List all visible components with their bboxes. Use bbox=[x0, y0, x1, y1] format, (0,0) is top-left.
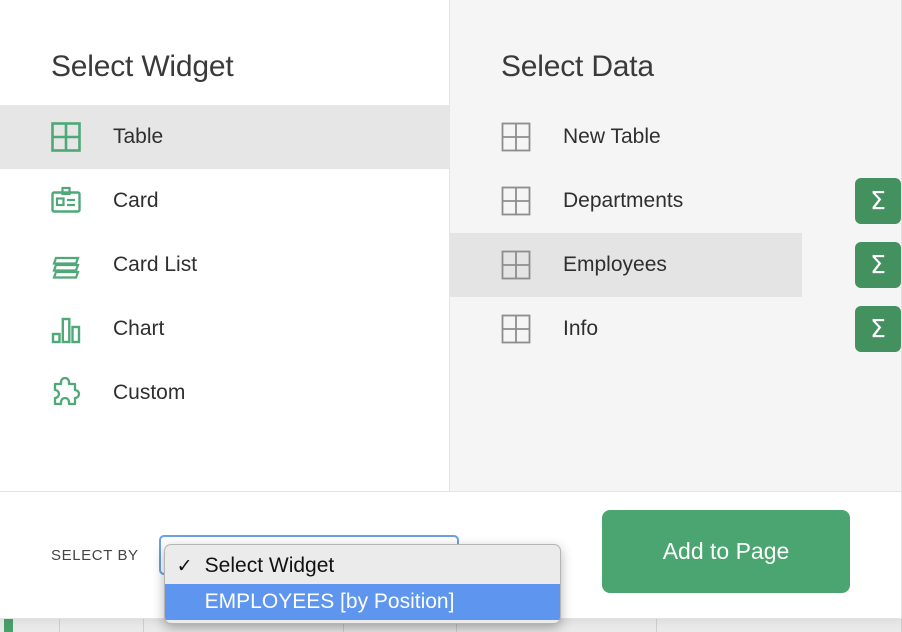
widget-picker-modal: Select Widget Table Card Card List Chart… bbox=[0, 0, 902, 624]
dropdown-option-label: Select Widget bbox=[204, 554, 335, 577]
data-row-wrapper: Info Σ bbox=[450, 297, 901, 361]
data-item-label: Employees bbox=[563, 253, 667, 276]
widget-item-chart[interactable]: Chart bbox=[0, 297, 449, 361]
panels-container: Select Widget Table Card Card List Chart… bbox=[0, 0, 901, 492]
table-grid-icon bbox=[500, 249, 532, 281]
table-grid-icon bbox=[500, 185, 532, 217]
background-table-header-cell bbox=[657, 619, 902, 632]
select-data-panel: Select Data New Table Departments Σ Empl… bbox=[450, 0, 901, 491]
select-data-title: Select Data bbox=[501, 50, 654, 83]
id-card-icon bbox=[50, 185, 82, 217]
data-item-employees[interactable]: Employees bbox=[450, 233, 802, 297]
data-item-new-table[interactable]: New Table bbox=[450, 105, 802, 169]
bar-chart-icon bbox=[50, 313, 82, 345]
data-item-label: New Table bbox=[563, 125, 661, 148]
data-item-info[interactable]: Info bbox=[450, 297, 802, 361]
widget-item-label: Card List bbox=[113, 253, 198, 276]
background-table-header-cell bbox=[60, 619, 144, 632]
puzzle-piece-icon bbox=[50, 376, 82, 409]
select-widget-panel: Select Widget Table Card Card List Chart… bbox=[0, 0, 450, 491]
data-row-wrapper: Employees Σ bbox=[450, 233, 901, 297]
select-widget-title: Select Widget bbox=[51, 50, 234, 83]
select-by-label: SELECT BY bbox=[51, 546, 139, 564]
table-grid-icon bbox=[50, 121, 82, 153]
table-grid-icon bbox=[500, 121, 532, 153]
table-grid-icon bbox=[500, 313, 532, 345]
dropdown-option-employees-by-position[interactable]: EMPLOYEES [by Position] bbox=[164, 584, 560, 620]
dropdown-option-select-widget[interactable]: ✓ Select Widget bbox=[165, 548, 560, 584]
widget-item-card-list[interactable]: Card List bbox=[0, 233, 449, 297]
modal-footer: SELECT BY ✓ Select Widget EMPLOYEES [by … bbox=[0, 492, 901, 624]
data-row-wrapper: New Table bbox=[450, 105, 901, 169]
aggregate-sigma-button[interactable]: Σ bbox=[855, 242, 901, 288]
data-item-departments[interactable]: Departments bbox=[450, 169, 802, 233]
widget-item-label: Custom bbox=[113, 381, 186, 404]
background-table-header-cell bbox=[0, 619, 60, 632]
aggregate-sigma-button[interactable]: Σ bbox=[855, 178, 901, 224]
data-item-label: Departments bbox=[563, 189, 684, 212]
widget-item-custom[interactable]: Custom bbox=[0, 361, 449, 425]
check-icon: ✓ bbox=[176, 555, 193, 577]
widget-item-label: Card bbox=[113, 189, 159, 212]
data-list: New Table Departments Σ Employees Σ Info… bbox=[450, 105, 901, 361]
select-by-dropdown[interactable]: ✓ Select Widget EMPLOYEES [by Position] bbox=[158, 535, 561, 624]
data-item-label: Info bbox=[563, 317, 599, 340]
aggregate-sigma-button[interactable]: Σ bbox=[855, 306, 901, 352]
widget-list: Table Card Card List Chart Custom bbox=[0, 105, 449, 425]
add-to-page-button[interactable]: Add to Page bbox=[602, 510, 850, 593]
widget-item-card[interactable]: Card bbox=[0, 169, 449, 233]
widget-item-label: Chart bbox=[113, 317, 165, 340]
dropdown-option-label: EMPLOYEES [by Position] bbox=[204, 590, 455, 613]
stacked-list-icon bbox=[50, 249, 82, 281]
widget-item-table[interactable]: Table bbox=[0, 105, 449, 169]
select-by-dropdown-menu[interactable]: ✓ Select Widget EMPLOYEES [by Position] bbox=[163, 544, 561, 624]
widget-item-label: Table bbox=[113, 125, 164, 148]
data-row-wrapper: Departments Σ bbox=[450, 169, 901, 233]
